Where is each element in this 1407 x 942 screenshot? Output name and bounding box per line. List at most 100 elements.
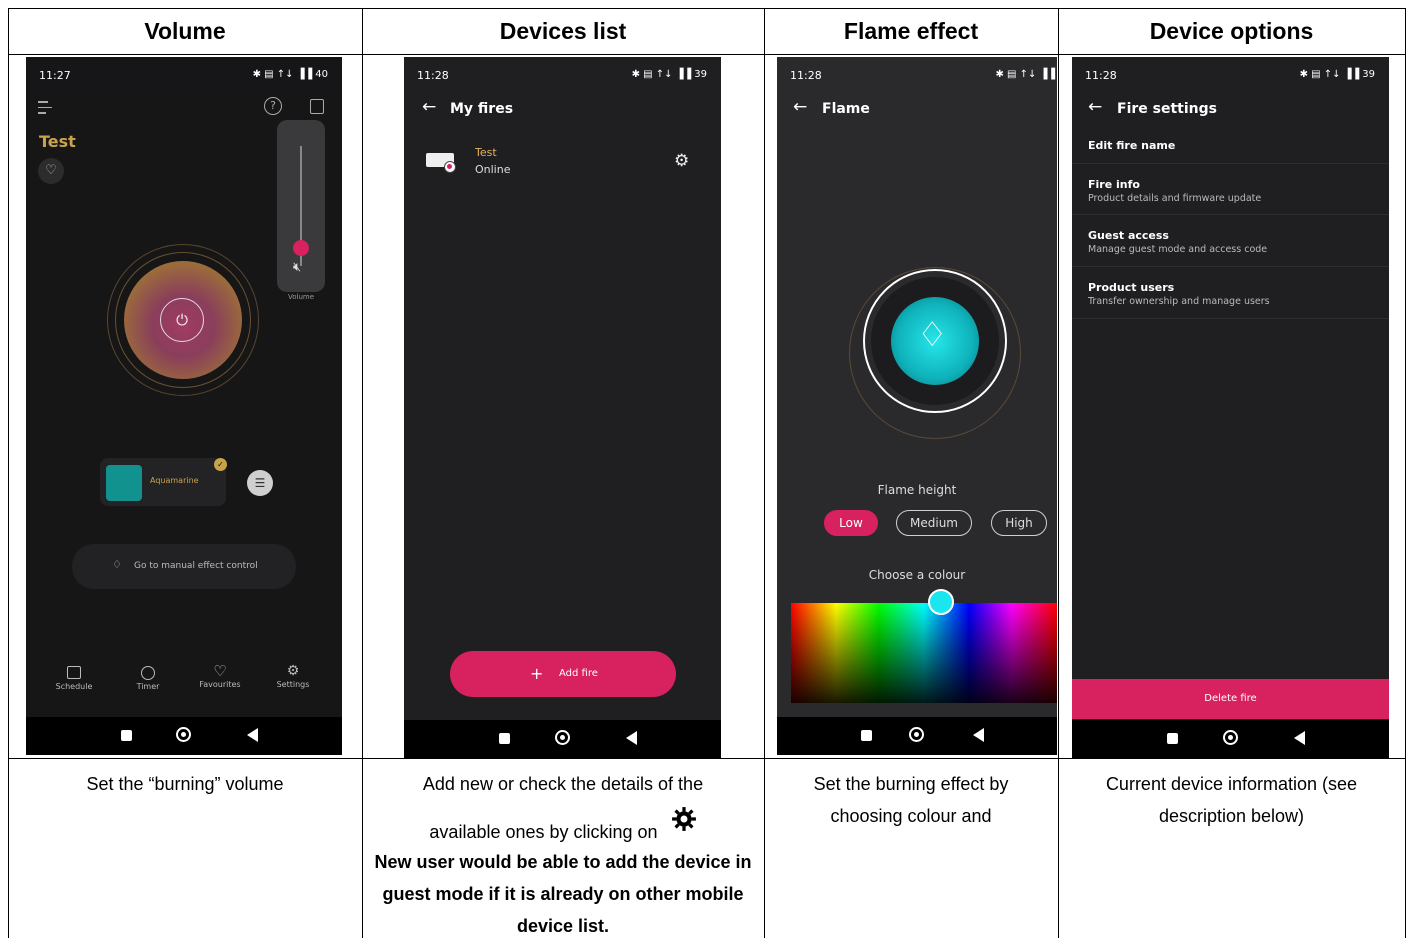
back-icon[interactable] bbox=[1293, 731, 1305, 745]
system-nav-bar bbox=[404, 720, 721, 758]
plus-icon: + bbox=[530, 664, 544, 683]
caption-devices: Add new or check the details of the avai… bbox=[370, 768, 756, 942]
column-header-flame: Flame effect bbox=[843, 17, 979, 44]
recent-apps-icon[interactable] bbox=[120, 730, 132, 741]
table-divider bbox=[8, 758, 1406, 759]
status-bar: 11:28 ✱ ▤ ↑↓ ▐▐ 39 bbox=[1072, 57, 1389, 93]
system-nav-bar bbox=[1072, 720, 1389, 758]
flame-icon: ♢ bbox=[917, 315, 948, 355]
height-medium-button[interactable]: Medium bbox=[896, 510, 972, 536]
nav-schedule[interactable]: Schedule bbox=[52, 662, 96, 691]
status-time: 11:27 bbox=[39, 69, 71, 82]
nav-timer[interactable]: Timer bbox=[126, 662, 170, 691]
height-high-button[interactable]: High bbox=[991, 510, 1047, 536]
effect-card[interactable]: Aquamarine ✓ bbox=[100, 458, 227, 506]
table-divider bbox=[362, 8, 363, 938]
home-icon[interactable] bbox=[176, 727, 191, 742]
delete-fire-button[interactable]: Delete fire bbox=[1072, 679, 1389, 719]
page-title: My fires bbox=[450, 101, 514, 117]
volume-label: Volume bbox=[288, 293, 315, 301]
bottom-nav: Schedule Timer ♡ Favourites ⚙ Settings bbox=[26, 662, 342, 712]
colour-picker[interactable] bbox=[791, 603, 1057, 703]
back-icon[interactable] bbox=[247, 728, 259, 742]
settings-item-title: Edit fire name bbox=[1088, 139, 1176, 152]
page-title: Fire settings bbox=[1117, 101, 1217, 117]
power-button[interactable]: ⏻ bbox=[160, 298, 204, 342]
column-header-volume: Volume bbox=[144, 17, 226, 44]
volume-slider[interactable]: 🔇︎ bbox=[277, 120, 325, 292]
caption-devices-line2-wrap: available ones by clicking on bbox=[370, 806, 756, 848]
device-list-item[interactable]: Test Online ⚙ bbox=[404, 141, 721, 185]
status-icons: ✱ ▤ ↑↓ ▐▐ bbox=[995, 69, 1055, 80]
table-border bbox=[1405, 8, 1406, 938]
volume-knob[interactable] bbox=[293, 240, 309, 256]
gear-icon[interactable]: ⚙ bbox=[674, 151, 689, 171]
back-arrow-icon[interactable]: ← bbox=[422, 97, 436, 117]
flame-icon: ♢ bbox=[112, 558, 122, 571]
status-time: 11:28 bbox=[1085, 69, 1117, 82]
list-icon[interactable] bbox=[310, 99, 324, 114]
favourite-add-icon[interactable]: ♡ bbox=[38, 158, 64, 184]
back-icon[interactable] bbox=[625, 731, 637, 745]
back-arrow-icon[interactable]: ← bbox=[1088, 97, 1102, 117]
page-title: Flame bbox=[822, 101, 870, 117]
devices-screen: 11:28 ✱ ▤ ↑↓ ▐▐ 39 ← My fires Test Onlin… bbox=[404, 57, 721, 758]
table-divider bbox=[764, 8, 765, 938]
back-arrow-icon[interactable]: ← bbox=[793, 97, 807, 117]
caption-volume: Set the “burning” volume bbox=[86, 774, 284, 794]
caption-options: Current device information (see descript… bbox=[1105, 774, 1358, 826]
table-divider bbox=[8, 54, 1406, 55]
help-icon[interactable]: ? bbox=[264, 97, 282, 115]
heart-icon: ♡ bbox=[213, 662, 227, 680]
home-icon[interactable] bbox=[909, 727, 924, 742]
colour-picker-handle[interactable] bbox=[928, 589, 954, 615]
mute-icon[interactable]: 🔇︎ bbox=[293, 260, 301, 275]
settings-screen: 11:28 ✱ ▤ ↑↓ ▐▐ 39 ← Fire settings Edit … bbox=[1072, 57, 1389, 758]
device-status: Online bbox=[475, 163, 511, 176]
status-icons: ✱ ▤ ↑↓ ▐▐ 40 bbox=[252, 69, 328, 80]
gear-icon: ⚙ bbox=[286, 663, 300, 679]
recent-apps-icon[interactable] bbox=[1167, 733, 1179, 744]
status-bar: 11:27 ✱ ▤ ↑↓ ▐▐ 40 bbox=[26, 57, 342, 93]
settings-item-edit-name[interactable]: Edit fire name bbox=[1072, 129, 1389, 164]
nav-label: Favourites bbox=[199, 680, 241, 689]
nav-favourites[interactable]: ♡ Favourites bbox=[194, 662, 246, 689]
caption-flame: Set the burning effect by choosing colou… bbox=[813, 774, 1009, 826]
nav-label: Schedule bbox=[55, 682, 93, 691]
settings-item-subtitle: Transfer ownership and manage users bbox=[1088, 296, 1270, 307]
status-time: 11:28 bbox=[417, 69, 449, 82]
settings-item-guest-access[interactable]: Guest access Manage guest mode and acces… bbox=[1072, 215, 1389, 267]
nav-label: Timer bbox=[136, 682, 160, 691]
column-header-devices: Devices list bbox=[499, 17, 627, 44]
device-name: Test bbox=[475, 146, 497, 159]
menu-icon[interactable] bbox=[38, 101, 52, 114]
height-low-button[interactable]: Low bbox=[824, 510, 878, 536]
status-bar: 11:28 ✱ ▤ ↑↓ ▐▐ bbox=[777, 57, 1057, 93]
flame-height-label: Flame height bbox=[877, 483, 957, 497]
status-icons: ✱ ▤ ↑↓ ▐▐ 39 bbox=[631, 69, 707, 80]
caption-devices-line2: available ones by clicking on bbox=[429, 822, 658, 842]
settings-item-product-users[interactable]: Product users Transfer ownership and man… bbox=[1072, 267, 1389, 319]
choose-colour-label: Choose a colour bbox=[868, 568, 966, 582]
flame-screen: 11:28 ✱ ▤ ↑↓ ▐▐ ← Flame ♢ Flame height L… bbox=[777, 57, 1057, 755]
manual-control-label: Go to manual effect control bbox=[134, 561, 258, 571]
recent-apps-icon[interactable] bbox=[861, 730, 872, 741]
nav-label: Settings bbox=[276, 680, 310, 689]
calendar-icon bbox=[67, 666, 81, 679]
back-icon[interactable] bbox=[973, 728, 984, 742]
fire-name: Test bbox=[39, 132, 76, 151]
home-icon[interactable] bbox=[554, 730, 570, 745]
effect-name: Aquamarine bbox=[150, 476, 199, 485]
recent-apps-icon[interactable] bbox=[499, 733, 511, 744]
add-fire-button[interactable]: + Add fire bbox=[450, 651, 676, 697]
nav-settings[interactable]: ⚙ Settings bbox=[270, 662, 316, 689]
home-icon[interactable] bbox=[1222, 730, 1238, 745]
check-icon: ✓ bbox=[214, 458, 227, 471]
table-divider bbox=[1058, 8, 1059, 938]
adjust-icon[interactable]: ☰ bbox=[247, 470, 273, 496]
settings-item-fire-info[interactable]: Fire info Product details and firmware u… bbox=[1072, 164, 1389, 215]
manual-control-button[interactable]: ♢ Go to manual effect control bbox=[72, 544, 296, 589]
column-header-options: Device options bbox=[1149, 17, 1314, 44]
volume-screen: 11:27 ✱ ▤ ↑↓ ▐▐ 40 ? Test ♡ 🔇︎ Volume ⏻ … bbox=[26, 57, 342, 755]
caption-devices-bold: New user would be able to add the device… bbox=[374, 852, 752, 936]
